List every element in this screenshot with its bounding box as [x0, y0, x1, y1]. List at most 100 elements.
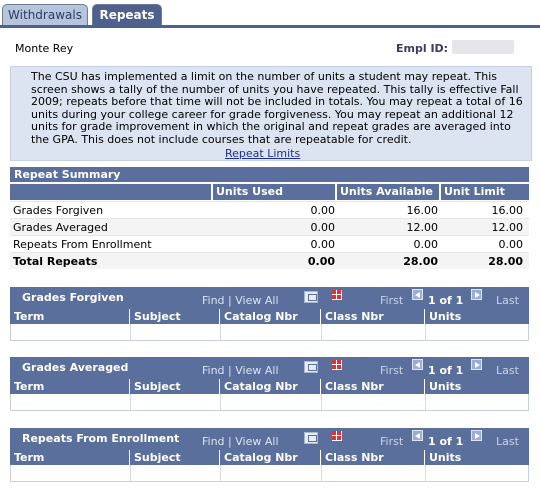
page-count: 1 of 1: [428, 435, 464, 448]
download-grid-icon[interactable]: [332, 431, 342, 441]
last-label: Last: [496, 364, 519, 377]
table-row: Grades Forgiven 0.00 16.00 16.00: [10, 201, 529, 218]
table-row: Grades Averaged 0.00 12.00 12.00: [10, 218, 529, 235]
tab-underline: [0, 25, 540, 28]
col-term: Term: [10, 450, 130, 465]
col-catalog-nbr: Catalog Nbr: [220, 309, 321, 324]
repeat-limits-link[interactable]: Repeat Limits: [225, 147, 300, 160]
col-class-nbr: Class Nbr: [321, 309, 425, 324]
unit-limit-value: 12.00: [491, 221, 524, 234]
grid-title: Grades Forgiven: [22, 291, 124, 304]
table-row-total: Total Repeats 0.00 28.00 28.00: [10, 252, 529, 269]
next-arrow-icon[interactable]: [471, 289, 482, 300]
summary-header-row: Units Used Units Available Unit Limit: [10, 182, 529, 201]
empl-id-value-redacted: [452, 40, 514, 54]
page-count: 1 of 1: [428, 364, 464, 377]
col-subject: Subject: [130, 379, 220, 394]
nav-separator: |: [228, 435, 232, 448]
grid-nav: Find | View All: [202, 294, 279, 307]
units-used-value: 0.00: [310, 221, 336, 234]
summary-header-blank: [10, 184, 211, 200]
cell-term: [11, 324, 131, 340]
col-units: Units: [425, 309, 529, 324]
nav-separator: |: [228, 364, 232, 377]
col-term: Term: [10, 309, 130, 324]
first-label: First: [380, 294, 404, 307]
cell-class-nbr: [322, 465, 426, 481]
col-class-nbr: Class Nbr: [321, 379, 425, 394]
col-subject: Subject: [130, 309, 220, 324]
grades-forgiven-grid: Grades Forgiven Find | View All First 1 …: [10, 287, 529, 341]
summary-header-unit-limit: Unit Limit: [441, 184, 529, 200]
grid-nav: Find | View All: [202, 364, 279, 377]
find-link[interactable]: Find: [202, 435, 225, 448]
col-subject: Subject: [130, 450, 220, 465]
zoom-icon[interactable]: [304, 432, 318, 444]
cell-subject: [131, 394, 221, 410]
repeats-from-enrollment-grid: Repeats From Enrollment Find | View All …: [10, 428, 529, 482]
col-term: Term: [10, 379, 130, 394]
table-row: Repeats From Enrollment 0.00 0.00 0.00: [10, 235, 529, 252]
grid-title-bar: Repeats From Enrollment Find | View All …: [10, 428, 529, 450]
grid-title: Grades Averaged: [22, 361, 129, 374]
grid-nav: Find | View All: [202, 435, 279, 448]
nav-separator: |: [228, 294, 232, 307]
cell-catalog-nbr: [221, 465, 322, 481]
repeat-summary-table: Repeat Summary Units Used Units Availabl…: [10, 167, 529, 269]
unit-limit-value: 0.00: [498, 238, 524, 251]
grid-title: Repeats From Enrollment: [22, 432, 180, 445]
grades-averaged-grid: Grades Averaged Find | View All First 1 …: [10, 357, 529, 411]
previous-arrow-icon[interactable]: [412, 289, 423, 300]
tab-bar: Withdrawals Repeats: [0, 4, 540, 26]
cell-term: [11, 465, 131, 481]
units-available-value: 16.00: [406, 204, 439, 217]
cell-subject: [131, 324, 221, 340]
previous-arrow-icon[interactable]: [412, 359, 423, 370]
empl-id-label: Empl ID:: [396, 42, 449, 55]
units-available-value: 0.00: [413, 238, 439, 251]
summary-header-units-available: Units Available: [337, 184, 439, 200]
unit-limit-value: 16.00: [491, 204, 524, 217]
first-label: First: [380, 364, 404, 377]
units-used-value: 0.00: [310, 238, 336, 251]
download-grid-icon[interactable]: [332, 290, 342, 300]
col-units: Units: [425, 450, 529, 465]
cell-catalog-nbr: [221, 324, 322, 340]
tab-repeats[interactable]: Repeats: [92, 4, 162, 26]
cell-class-nbr: [322, 394, 426, 410]
row-label: Repeats From Enrollment: [13, 238, 152, 251]
units-used-value: 0.00: [310, 204, 336, 217]
unit-limit-value: 28.00: [488, 255, 523, 268]
units-available-value: 12.00: [406, 221, 439, 234]
next-arrow-icon[interactable]: [471, 430, 482, 441]
download-grid-icon[interactable]: [332, 360, 342, 370]
find-link[interactable]: Find: [202, 364, 225, 377]
previous-arrow-icon[interactable]: [412, 430, 423, 441]
next-arrow-icon[interactable]: [471, 359, 482, 370]
grid-title-bar: Grades Averaged Find | View All First 1 …: [10, 357, 529, 379]
row-label: Total Repeats: [13, 255, 98, 268]
table-row: [10, 465, 529, 482]
view-all-link[interactable]: View All: [235, 364, 278, 377]
cell-class-nbr: [322, 324, 426, 340]
cell-catalog-nbr: [221, 394, 322, 410]
page-count: 1 of 1: [428, 294, 464, 307]
repeat-summary-title: Repeat Summary: [10, 167, 529, 182]
cell-subject: [131, 465, 221, 481]
find-link[interactable]: Find: [202, 294, 225, 307]
col-class-nbr: Class Nbr: [321, 450, 425, 465]
units-available-value: 28.00: [403, 255, 438, 268]
grid-title-bar: Grades Forgiven Find | View All First 1 …: [10, 287, 529, 309]
tab-withdrawals[interactable]: Withdrawals: [2, 4, 88, 26]
row-label: Grades Forgiven: [13, 204, 104, 217]
zoom-icon[interactable]: [304, 291, 318, 303]
cell-term: [11, 394, 131, 410]
grid-header-row: Term Subject Catalog Nbr Class Nbr Units: [10, 309, 529, 324]
zoom-icon[interactable]: [304, 361, 318, 373]
first-label: First: [380, 435, 404, 448]
repeat-notice-text: The CSU has implemented a limit on the n…: [31, 70, 523, 146]
summary-header-units-used: Units Used: [213, 184, 335, 200]
view-all-link[interactable]: View All: [235, 294, 278, 307]
grid-header-row: Term Subject Catalog Nbr Class Nbr Units: [10, 450, 529, 465]
view-all-link[interactable]: View All: [235, 435, 278, 448]
